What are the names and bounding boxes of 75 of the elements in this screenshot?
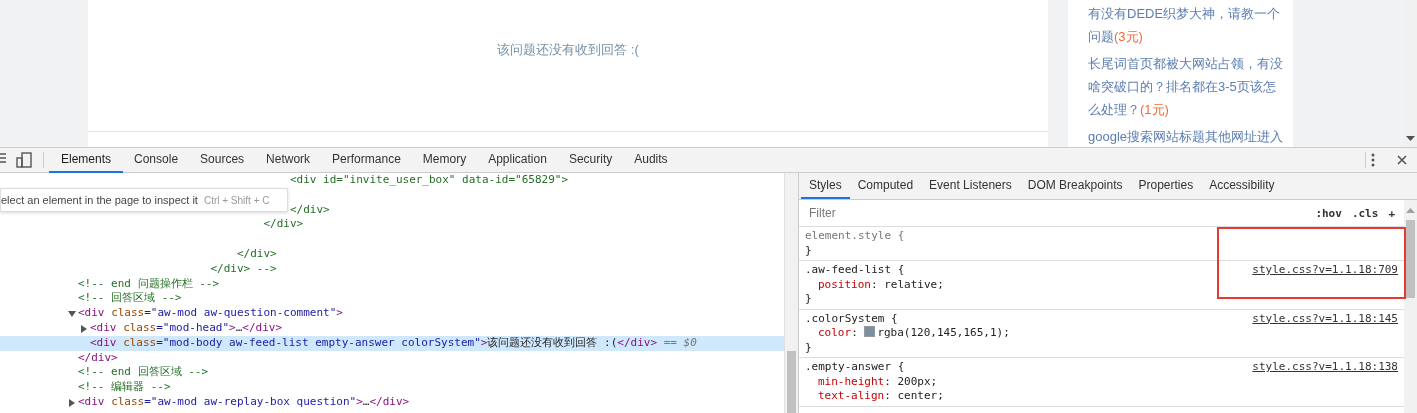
devtools-tab[interactable]: Performance <box>321 147 412 173</box>
empty-answer-message: 该问题还没有收到回答 :( <box>497 40 639 59</box>
devtools-tab[interactable]: Sources <box>189 147 256 173</box>
toolbar-toggle[interactable]: :hov <box>1312 206 1345 220</box>
more-options-icon[interactable] <box>1371 153 1375 167</box>
stylesheet-link[interactable]: style.css?v=1.1.18:145 <box>1252 311 1398 326</box>
device-toolbar-icon[interactable] <box>16 152 32 168</box>
css-declaration: position: relative; <box>817 277 945 292</box>
dom-node-text: <div class="mod-head">…</div> <box>90 320 283 334</box>
scrollbar[interactable] <box>1404 200 1417 413</box>
css-declaration: text-align: center; <box>817 389 945 404</box>
dom-node-text: <!-- end 回答区域 --> <box>78 365 209 379</box>
dom-row[interactable]: <div id="invite_user_box" data-id="65829"> <box>0 173 784 188</box>
styles-tab[interactable]: Styles <box>801 173 850 199</box>
shortcut-text: Ctrl + Shift + C <box>203 194 270 206</box>
close-icon[interactable] <box>1397 155 1407 165</box>
styles-tab[interactable]: Computed <box>849 173 922 199</box>
closing-brace: } <box>805 340 812 355</box>
styles-tab[interactable]: Event Listeners <box>921 173 1020 199</box>
scrollbar[interactable] <box>784 173 798 413</box>
css-selector: .aw-feed-list { <box>805 263 905 278</box>
devtools-tab[interactable]: Security <box>557 147 624 173</box>
dom-node-text: <div class="aw-mod aw-question-comment"> <box>78 306 343 320</box>
dom-row[interactable]: <div class="aw-mod aw-question-comment"> <box>0 306 784 321</box>
devtools-tab[interactable]: Network <box>255 147 322 173</box>
dom-node-text: <!-- 编辑器 --> <box>78 380 171 394</box>
dom-row[interactable]: <div class="mod-body aw-feed-list empty-answer colorSystem">该问题还没有收到回答 :(</div> == $0 <box>0 335 784 351</box>
css-declaration: min-height: 200px; <box>817 374 939 389</box>
styles-tab[interactable]: Accessibility <box>1201 173 1283 199</box>
dom-row[interactable]: </div> <box>0 247 784 262</box>
comment-text: </div> --> <box>209 261 277 275</box>
css-selector: element.style { <box>805 229 905 244</box>
devtools-tab[interactable]: Elements <box>49 147 124 173</box>
question-link[interactable]: 长尾词首页都被大网站占领，有没啥突破口的？排名都在3-5页该怎么处理？(1元) <box>1088 52 1284 121</box>
tooltip-text: elect an element in the page to inspect it <box>1 194 198 206</box>
dom-node-text: <!-- 回答区域 --> <box>78 291 182 305</box>
dom-row[interactable]: </div> --> <box>0 261 784 277</box>
stylesheet-link[interactable]: style.css?v=1.1.18:709 <box>1252 263 1398 278</box>
collapsed-triangle-icon[interactable] <box>68 398 76 407</box>
css-declaration: color: rgba(120,145,165,1); <box>817 326 1011 341</box>
dom-row[interactable]: <div class="mod-head">…</div> <box>0 320 784 336</box>
dom-row[interactable]: <!-- 编辑器 --> <box>0 380 784 395</box>
dom-row[interactable]: </div> <box>0 217 784 233</box>
closing-brace: } <box>805 292 812 307</box>
styles-tab[interactable]: Properties <box>1130 173 1202 199</box>
devtools-tab[interactable]: Console <box>123 147 190 173</box>
comment-text: </div> <box>262 217 304 231</box>
closing-brace: } <box>805 243 812 258</box>
css-selector: .empty-answer { <box>805 360 905 375</box>
scroll-down-icon[interactable] <box>1406 136 1415 141</box>
dom-row[interactable]: </div> <box>0 350 784 366</box>
devtools-tab[interactable]: Memory <box>411 147 478 173</box>
dom-row[interactable]: <!-- end 回答区域 --> <box>0 365 784 381</box>
dom-node-text: </div> <box>78 350 118 364</box>
styles-tab[interactable]: DOM Breakpoints <box>1019 173 1131 199</box>
dom-node-text: <div class="mod-body aw-feed-list empty-answer colorSystem">该问题还没有收到回答 :(</div> == $0 <box>90 335 697 349</box>
scrollbar-thumb[interactable] <box>787 351 796 413</box>
expanded-triangle-icon[interactable] <box>68 310 76 319</box>
dom-row[interactable]: <!-- end 问题操作栏 --> <box>0 276 784 292</box>
dom-row[interactable]: <div class="aw-mod aw-replay-box question">…</div> <box>0 394 784 410</box>
collapsed-triangle-icon[interactable] <box>80 324 88 333</box>
question-link[interactable]: google搜索网站标题其他网址进入 <box>1088 125 1284 147</box>
comment-text: </div> <box>235 247 277 260</box>
dom-node-text: <!-- end 问题操作栏 --> <box>78 276 220 290</box>
css-selector: .colorSystem { <box>805 311 898 326</box>
devtools-tab[interactable]: Audits <box>623 147 679 173</box>
dom-row[interactable]: <!-- 回答区域 --> <box>0 291 784 307</box>
question-link[interactable]: 有没有DEDE织梦大神，请教一个问题(3元) <box>1088 2 1284 48</box>
toolbar-toggle[interactable]: + <box>1385 206 1398 220</box>
stylesheet-link[interactable]: style.css?v=1.1.18:138 <box>1252 360 1398 375</box>
devtools-tab[interactable]: Application <box>477 147 558 173</box>
toolbar-toggle[interactable]: .cls <box>1348 206 1382 220</box>
scrollbar-thumb[interactable] <box>1406 220 1415 298</box>
dom-node-text: <div class="aw-mod aw-replay-box question">…</div> <box>78 394 410 408</box>
comment-text: <div id="invite_user_box" data-id="65829"> <box>288 173 569 186</box>
